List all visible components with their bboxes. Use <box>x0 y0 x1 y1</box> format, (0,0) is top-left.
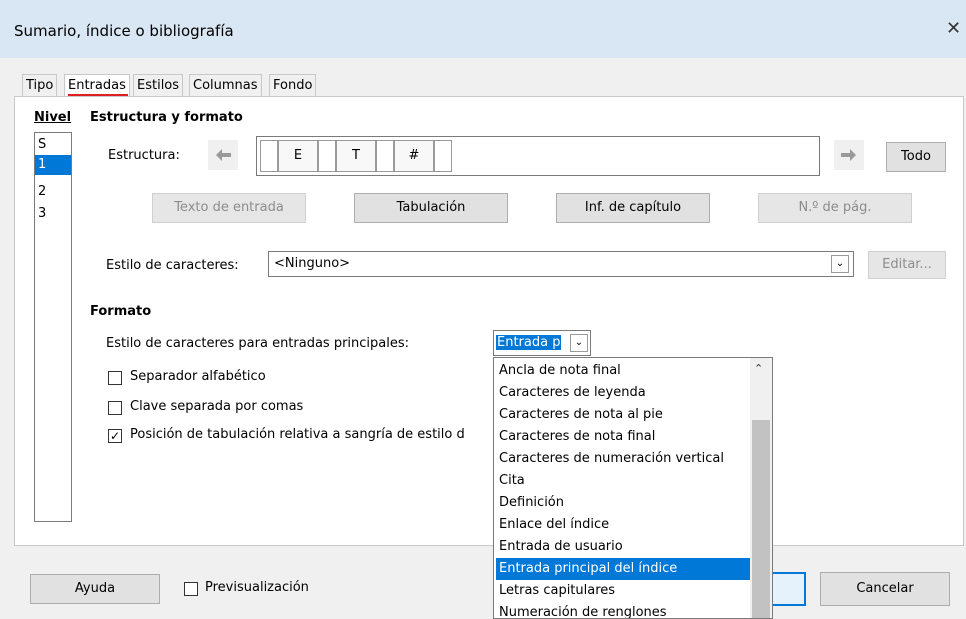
close-icon[interactable]: ✕ <box>946 18 961 39</box>
tab-estilos[interactable]: Estilos <box>133 74 184 96</box>
preview-checkbox[interactable] <box>184 582 198 596</box>
tab-entradas[interactable]: Entradas <box>64 74 130 96</box>
cancel-button[interactable]: Cancelar <box>820 572 950 606</box>
comma-key-label: Clave separada por comas <box>130 399 304 414</box>
arrow-left-icon[interactable] <box>208 140 238 170</box>
levels-list[interactable]: S 1 2 3 <box>34 132 72 522</box>
structure-heading: Estructura y formato <box>90 110 243 125</box>
tab-columnas[interactable]: Columnas <box>189 74 262 96</box>
main-entries-label: Estilo de caracteres para entradas princ… <box>106 336 410 351</box>
relative-tab-label: Posición de tabulación relativa a sangrí… <box>130 427 465 442</box>
level-item-s[interactable]: S <box>35 135 71 155</box>
structure-gap[interactable] <box>376 140 394 172</box>
structure-gap[interactable] <box>318 140 336 172</box>
comma-key-checkbox[interactable] <box>108 401 122 415</box>
structure-editor[interactable]: E T # <box>256 136 820 176</box>
structure-label: Estructura: <box>108 148 180 163</box>
structure-gap[interactable] <box>260 140 278 172</box>
dropdown-option[interactable]: Letras capitulares <box>496 580 750 602</box>
dropdown-option[interactable]: Definición <box>496 492 750 514</box>
levels-label: Nivel <box>34 110 72 125</box>
dropdown-option[interactable]: Caracteres de nota al pie <box>496 404 750 426</box>
dropdown-option[interactable]: Ancla de nota final <box>496 360 750 382</box>
level-item-3[interactable]: 3 <box>35 204 71 224</box>
entry-text-button[interactable]: Texto de entrada <box>152 193 306 223</box>
arrow-right-icon[interactable] <box>834 140 864 170</box>
level-item-1[interactable]: 1 <box>35 155 71 175</box>
dropdown-option[interactable]: Enlace del índice <box>496 514 750 536</box>
dropdown-scroll-thumb[interactable] <box>752 420 770 618</box>
alphabetical-separator-checkbox[interactable] <box>108 371 122 385</box>
char-style-value: <Ninguno> <box>274 256 351 271</box>
edit-button[interactable]: Editar... <box>868 251 946 279</box>
dropdown-option[interactable]: Caracteres de numeración vertical <box>496 448 750 470</box>
chevron-down-icon[interactable]: ⌄ <box>831 255 849 273</box>
char-style-select[interactable]: <Ninguno> ⌄ <box>268 251 854 277</box>
preview-label: Previsualización <box>205 580 309 595</box>
dropdown-option[interactable]: Caracteres de nota final <box>496 426 750 448</box>
alphabetical-separator-label: Separador alfabético <box>130 369 266 384</box>
window-title: Sumario, índice o bibliografía <box>14 22 234 40</box>
dropdown-option[interactable]: Cita <box>496 470 750 492</box>
char-style-label: Estilo de caracteres: <box>106 258 239 273</box>
tab-stop-button[interactable]: Tabulación <box>354 193 508 223</box>
dropdown-option[interactable]: Caracteres de leyenda <box>496 382 750 404</box>
dropdown-option[interactable]: Numeración de renglones <box>496 602 750 618</box>
level-item-2[interactable]: 2 <box>35 182 71 202</box>
structure-token-tab[interactable]: T <box>336 140 376 172</box>
all-button[interactable]: Todo <box>886 142 946 172</box>
chapter-info-button[interactable]: Inf. de capítulo <box>556 193 710 223</box>
dropdown-option[interactable]: Entrada de usuario <box>496 536 750 558</box>
main-entries-select[interactable]: Entrada p ⌄ <box>493 330 591 356</box>
tab-fondo[interactable]: Fondo <box>269 74 317 96</box>
main-entries-value: Entrada p <box>496 335 562 350</box>
chevron-down-icon[interactable]: ⌄ <box>570 334 588 352</box>
relative-tab-checkbox[interactable]: ✓ <box>108 429 122 443</box>
help-button[interactable]: Ayuda <box>30 574 160 604</box>
char-style-dropdown-list[interactable]: Ancla de nota final Caracteres de leyend… <box>493 357 773 619</box>
dropdown-option-selected[interactable]: Entrada principal del índice <box>496 558 750 580</box>
scroll-up-icon[interactable]: ⌃ <box>754 362 763 375</box>
page-number-button[interactable]: N.º de pág. <box>758 193 912 223</box>
structure-token-entry[interactable]: E <box>278 140 318 172</box>
format-heading: Formato <box>90 304 152 319</box>
tab-tipo[interactable]: Tipo <box>22 74 58 96</box>
structure-gap[interactable] <box>434 140 452 172</box>
structure-token-page[interactable]: # <box>394 140 434 172</box>
